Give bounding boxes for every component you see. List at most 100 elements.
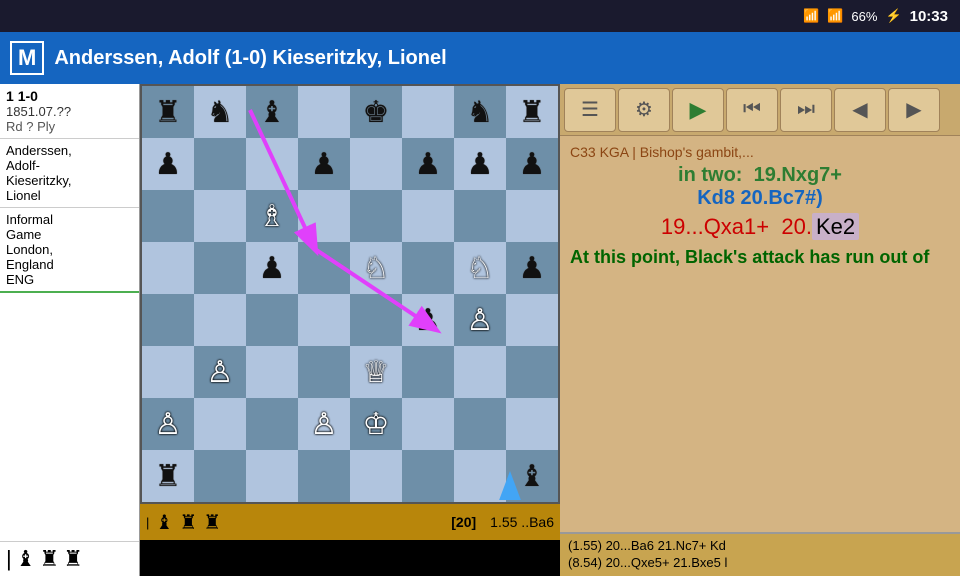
square-e5[interactable]: ♘ xyxy=(350,242,402,294)
square-e6[interactable] xyxy=(350,190,402,242)
square-c1[interactable] xyxy=(246,450,298,502)
fast-forward-button[interactable]: ⏭ xyxy=(780,88,832,132)
square-d8[interactable] xyxy=(298,86,350,138)
player-black-last: Lionel xyxy=(6,188,133,203)
solution-moves: Kd8 20.Bc7#) xyxy=(697,187,823,209)
right-panel: ☰ ⚙ ▶ ⏮ ⏭ ◀ ▶ C33 KGA | Bishop's gambit xyxy=(560,84,960,576)
square-g8[interactable]: ♞ xyxy=(454,86,506,138)
square-f2[interactable] xyxy=(402,398,454,450)
square-d6[interactable] xyxy=(298,190,350,242)
square-d1[interactable] xyxy=(298,450,350,502)
square-d2[interactable]: ♙ xyxy=(298,398,350,450)
commentary-text: At this point, Black's attack has run ou… xyxy=(570,246,950,269)
square-b3[interactable]: ♙ xyxy=(194,346,246,398)
square-f6[interactable] xyxy=(402,190,454,242)
square-c4[interactable] xyxy=(246,294,298,346)
piece-a7: ♟ xyxy=(155,147,182,182)
play-button[interactable]: ▶ xyxy=(672,88,724,132)
wifi-icon: 📶 xyxy=(803,8,819,24)
square-g4[interactable]: ♙ xyxy=(454,294,506,346)
square-h3[interactable] xyxy=(506,346,558,398)
square-h2[interactable] xyxy=(506,398,558,450)
player-white: Anderssen, xyxy=(6,143,133,158)
square-b6[interactable] xyxy=(194,190,246,242)
square-d3[interactable] xyxy=(298,346,350,398)
square-h1[interactable]: ♝ xyxy=(506,450,558,502)
square-f3[interactable] xyxy=(402,346,454,398)
square-a6[interactable] xyxy=(142,190,194,242)
game-date: 1851.07.?? xyxy=(6,104,133,119)
sidebar-bottom: | ♝ ♜ ♜ xyxy=(0,541,139,576)
piece-c8: ♝ xyxy=(259,95,286,130)
square-c5[interactable]: ♟ xyxy=(246,242,298,294)
square-e3[interactable]: ♕ xyxy=(350,346,402,398)
sidebar-piece4: ♜ xyxy=(63,546,83,572)
square-b7[interactable] xyxy=(194,138,246,190)
main-content: 1 1-0 1851.07.?? Rd ? Ply Anderssen, Ado… xyxy=(0,84,960,576)
piece-h8: ♜ xyxy=(519,95,546,130)
piece-d7: ♟ xyxy=(311,147,338,182)
piece-a1: ♜ xyxy=(155,459,182,494)
square-c7[interactable] xyxy=(246,138,298,190)
square-c2[interactable] xyxy=(246,398,298,450)
square-a2[interactable]: ♙ xyxy=(142,398,194,450)
square-a5[interactable] xyxy=(142,242,194,294)
square-e7[interactable] xyxy=(350,138,402,190)
square-b8[interactable]: ♞ xyxy=(194,86,246,138)
square-c8[interactable]: ♝ xyxy=(246,86,298,138)
player-white-last: Adolf- xyxy=(6,158,133,173)
square-d7[interactable]: ♟ xyxy=(298,138,350,190)
square-b2[interactable] xyxy=(194,398,246,450)
rewind-button[interactable]: ⏮ xyxy=(726,88,778,132)
player-black: Kieseritzky, xyxy=(6,173,133,188)
prev-button[interactable]: ◀ xyxy=(834,88,886,132)
square-d5[interactable] xyxy=(298,242,350,294)
square-f4[interactable]: ♟ xyxy=(402,294,454,346)
square-e1[interactable] xyxy=(350,450,402,502)
toolbar: ☰ ⚙ ▶ ⏮ ⏭ ◀ ▶ xyxy=(560,84,960,136)
bottom-piece1: ♝ xyxy=(155,510,173,535)
square-a7[interactable]: ♟ xyxy=(142,138,194,190)
square-g1[interactable] xyxy=(454,450,506,502)
square-h5[interactable]: ♟ xyxy=(506,242,558,294)
piece-g5: ♘ xyxy=(467,251,494,286)
bottom-analysis: (1.55) 20...Ba6 21.Nc7+ Kd (8.54) 20...Q… xyxy=(560,532,960,576)
square-g5[interactable]: ♘ xyxy=(454,242,506,294)
square-g2[interactable] xyxy=(454,398,506,450)
square-c3[interactable] xyxy=(246,346,298,398)
square-f5[interactable] xyxy=(402,242,454,294)
sidebar-piece2: ♝ xyxy=(16,546,36,572)
piece-e5: ♘ xyxy=(363,251,390,286)
square-g3[interactable] xyxy=(454,346,506,398)
square-h4[interactable] xyxy=(506,294,558,346)
game-rd: Rd ? Ply xyxy=(6,119,133,134)
piece-f7: ♟ xyxy=(415,147,442,182)
chess-board[interactable]: ♜ ♞ ♝ ♚ ♞ ♜ ♟ ♟ ♟ ♟ ♟ ♗ xyxy=(140,84,560,504)
square-a3[interactable] xyxy=(142,346,194,398)
square-b1[interactable] xyxy=(194,450,246,502)
menu-button[interactable]: ☰ xyxy=(564,88,616,132)
square-d4[interactable] xyxy=(298,294,350,346)
square-f8[interactable] xyxy=(402,86,454,138)
square-e8[interactable]: ♚ xyxy=(350,86,402,138)
square-a4[interactable] xyxy=(142,294,194,346)
square-e2[interactable]: ♔ xyxy=(350,398,402,450)
settings-button[interactable]: ⚙ xyxy=(618,88,670,132)
square-h6[interactable] xyxy=(506,190,558,242)
square-g6[interactable] xyxy=(454,190,506,242)
square-f7[interactable]: ♟ xyxy=(402,138,454,190)
square-a1[interactable]: ♜ xyxy=(142,450,194,502)
square-f1[interactable] xyxy=(402,450,454,502)
square-h8[interactable]: ♜ xyxy=(506,86,558,138)
next-button[interactable]: ▶ xyxy=(888,88,940,132)
square-b5[interactable] xyxy=(194,242,246,294)
square-h7[interactable]: ♟ xyxy=(506,138,558,190)
event-name: Informal xyxy=(6,212,133,227)
square-a8[interactable]: ♜ xyxy=(142,86,194,138)
square-b4[interactable] xyxy=(194,294,246,346)
players-info: Anderssen, Adolf- Kieseritzky, Lionel xyxy=(0,139,139,208)
square-g7[interactable]: ♟ xyxy=(454,138,506,190)
square-c6[interactable]: ♗ xyxy=(246,190,298,242)
square-e4[interactable] xyxy=(350,294,402,346)
event-location: London, xyxy=(6,242,133,257)
